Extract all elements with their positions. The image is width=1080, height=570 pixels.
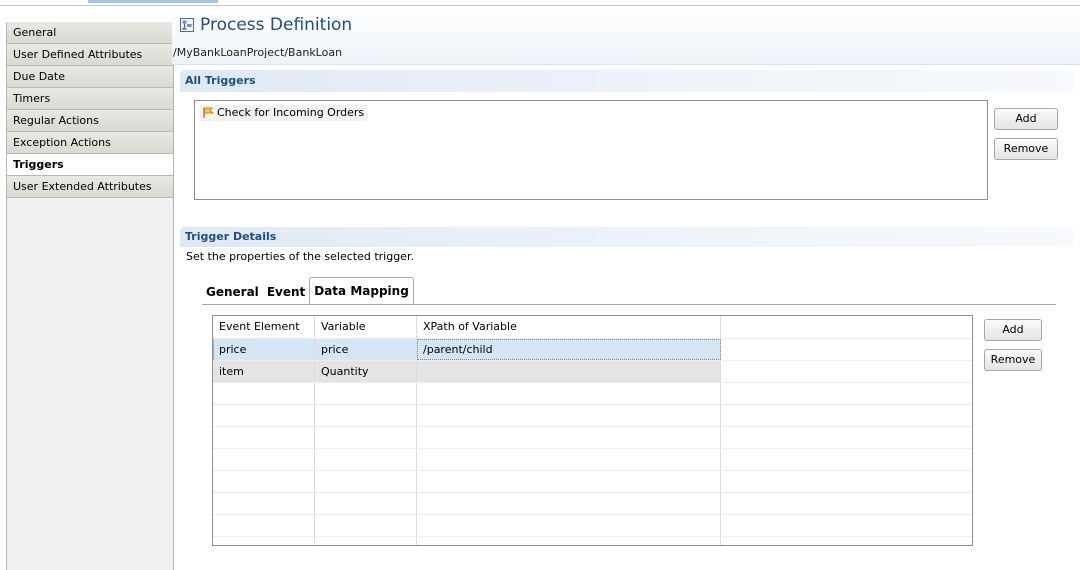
trigger-details-description: Set the properties of the selected trigg… [186,250,414,263]
data-mapping-table: Event Element Variable XPath of Variable… [212,315,973,546]
table-header: Event Element Variable XPath of Variable [213,316,972,338]
sidebar-item-due-date[interactable]: Due Date [7,66,173,88]
breadcrumb: /MyBankLoanProject/BankLoan [173,46,343,59]
column-header-event-element[interactable]: Event Element [213,316,315,338]
sidebar-item-user-extended-attributes[interactable]: User Extended Attributes [7,176,173,198]
trigger-icon [203,107,215,118]
sidebar: General User Defined Attributes Due Date… [6,22,174,570]
tab-event[interactable]: Event [263,280,309,305]
sidebar-item-timers[interactable]: Timers [7,88,173,110]
remove-trigger-button[interactable]: Remove [994,138,1058,160]
process-definition-icon [180,18,194,32]
tab-general[interactable]: General [202,280,263,305]
trigger-details-tabs: General Event Data Mapping [202,277,414,305]
empty-table-row [213,470,972,492]
column-header-xpath[interactable]: XPath of Variable [417,316,721,338]
sidebar-item-triggers[interactable]: Triggers [7,154,173,176]
add-mapping-button[interactable]: Add [984,319,1042,341]
table-cell[interactable]: Quantity [315,361,417,382]
empty-table-row [213,448,972,470]
sidebar-item-general[interactable]: General [7,22,173,44]
table-cell[interactable] [721,361,972,382]
table-row[interactable]: item Quantity [213,360,972,382]
active-editor-accent [88,0,218,3]
remove-mapping-button[interactable]: Remove [984,349,1042,371]
sidebar-item-user-defined-attributes[interactable]: User Defined Attributes [7,44,173,66]
all-triggers-section-title[interactable]: All Triggers [180,70,1073,92]
trigger-details-section-title[interactable]: Trigger Details [180,227,1073,247]
table-cell[interactable]: price [315,339,417,360]
empty-table-row [213,514,972,536]
triggers-list[interactable]: Check for Incoming Orders [194,100,988,200]
sidebar-item-regular-actions[interactable]: Regular Actions [7,110,173,132]
trigger-label: Check for Incoming Orders [217,106,365,119]
table-cell[interactable]: /parent/child [417,339,721,360]
table-row[interactable]: price price /parent/child [213,338,972,360]
table-cell[interactable] [417,361,721,382]
add-trigger-button[interactable]: Add [994,108,1058,130]
sidebar-item-exception-actions[interactable]: Exception Actions [7,132,173,154]
page-title: Process Definition [200,15,353,35]
column-header-extra[interactable] [721,316,972,338]
title-row: Process Definition [180,14,352,36]
table-cell[interactable]: item [213,361,315,382]
empty-table-row [213,382,972,404]
empty-table-row [213,492,972,514]
tab-underline [202,304,1056,305]
column-header-variable[interactable]: Variable [315,316,417,338]
empty-table-row [213,404,972,426]
empty-table-row [213,536,972,545]
table-cell[interactable] [721,339,972,360]
list-item-trigger[interactable]: Check for Incoming Orders [200,105,368,121]
table-cell[interactable]: price [213,339,315,360]
editor-header: Process Definition /MyBankLoanProject/Ba… [172,6,1080,65]
empty-table-row [213,426,972,448]
tab-data-mapping[interactable]: Data Mapping [309,277,414,305]
